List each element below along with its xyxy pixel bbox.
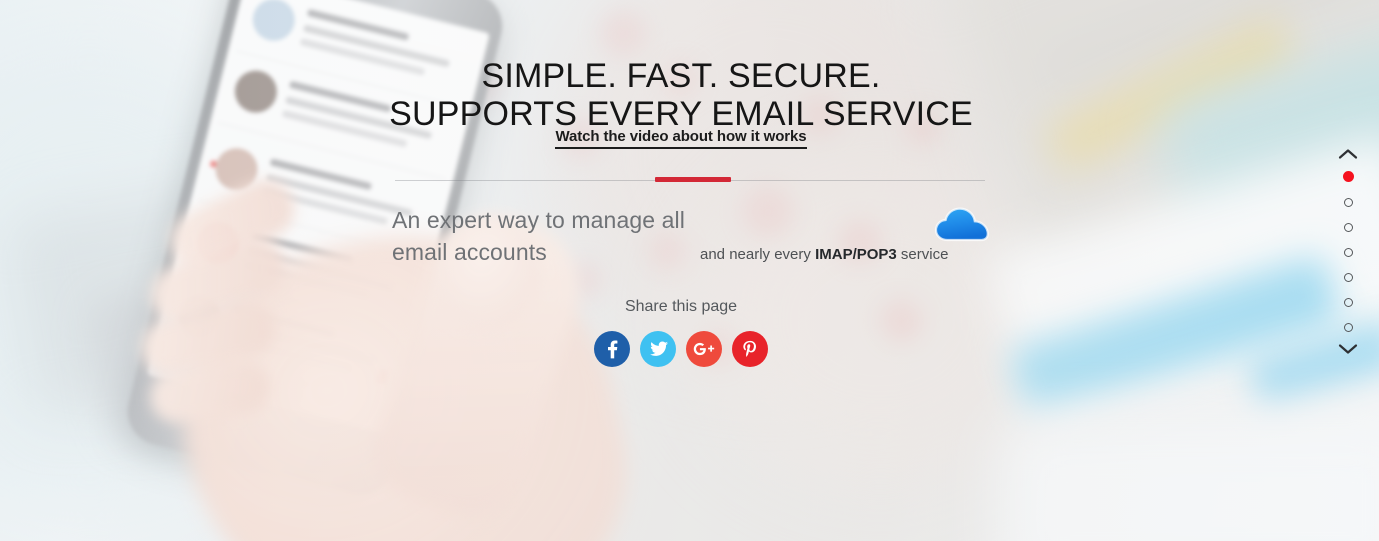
chevron-down-icon bbox=[1338, 343, 1358, 355]
share-facebook-button[interactable] bbox=[594, 331, 630, 367]
divider-active-segment bbox=[655, 177, 731, 182]
nav-dot-6[interactable] bbox=[1343, 298, 1353, 307]
page-title: SIMPLE. FAST. SECURE. SUPPORTS EVERY EMA… bbox=[0, 57, 1362, 133]
imap-suffix: service bbox=[896, 246, 949, 263]
nav-dot-4[interactable] bbox=[1343, 248, 1353, 257]
share-pinterest-button[interactable] bbox=[732, 331, 768, 367]
cloud-icon bbox=[934, 205, 990, 243]
twitter-icon bbox=[648, 339, 669, 360]
pinterest-icon bbox=[740, 339, 760, 359]
section-navigation bbox=[1333, 146, 1363, 357]
share-google-plus-button[interactable] bbox=[686, 331, 722, 367]
headline-line-1: SIMPLE. FAST. SECURE. bbox=[481, 56, 881, 95]
google-plus-icon bbox=[692, 340, 716, 358]
nav-dot-2[interactable] bbox=[1343, 198, 1353, 207]
nav-up-button[interactable] bbox=[1337, 146, 1359, 162]
hero-content: SIMPLE. FAST. SECURE. SUPPORTS EVERY EMA… bbox=[0, 0, 1379, 541]
facebook-icon bbox=[602, 339, 622, 359]
share-twitter-button[interactable] bbox=[640, 331, 676, 367]
nav-down-button[interactable] bbox=[1337, 341, 1359, 357]
imap-prefix: and nearly every bbox=[700, 246, 816, 263]
nav-dot-3[interactable] bbox=[1343, 223, 1353, 232]
nav-dot-5[interactable] bbox=[1343, 273, 1353, 282]
imap-protocol-label: IMAP/POP3 bbox=[815, 246, 897, 263]
share-label: Share this page bbox=[624, 298, 738, 315]
nav-dot-7[interactable] bbox=[1343, 323, 1353, 332]
nav-dot-1[interactable] bbox=[1342, 171, 1354, 182]
hero-tagline: An expert way to manage all email accoun… bbox=[392, 207, 685, 265]
watch-video-link[interactable]: Watch the video about how it works bbox=[555, 128, 807, 149]
hero-section: SIMPLE. FAST. SECURE. SUPPORTS EVERY EMA… bbox=[0, 0, 1379, 541]
chevron-up-icon bbox=[1338, 148, 1358, 160]
video-link-container: Watch the video about how it works bbox=[0, 128, 1362, 149]
social-share-row bbox=[0, 331, 1362, 367]
nav-dot-list bbox=[1342, 171, 1354, 332]
imap-support-text: and nearly every IMAP/POP3 service bbox=[700, 246, 948, 263]
